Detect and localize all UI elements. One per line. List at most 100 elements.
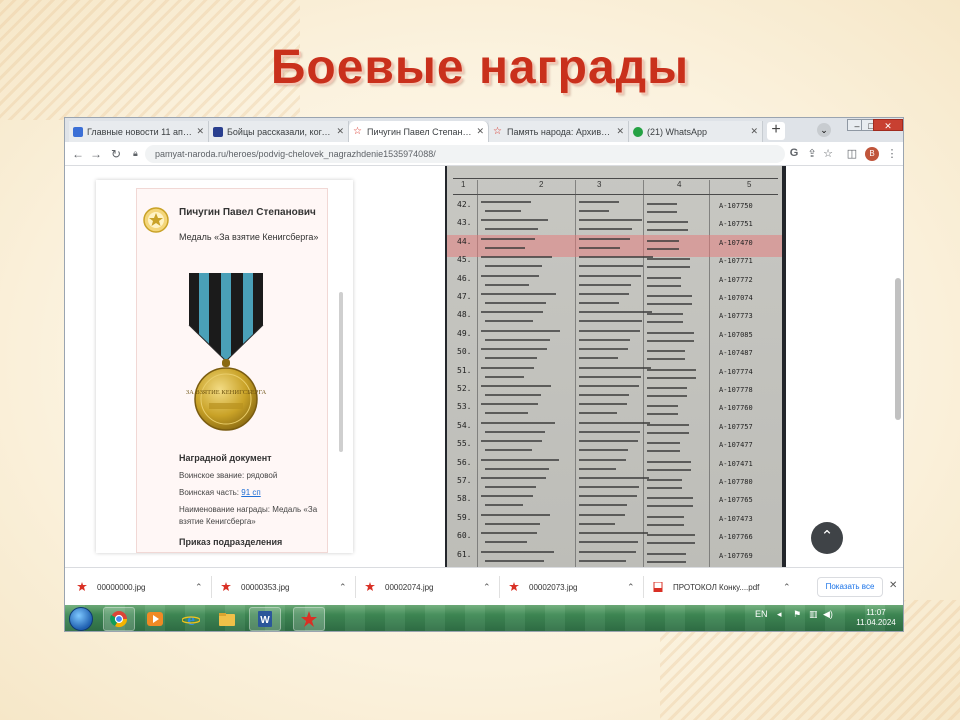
forward-arrow-icon[interactable]: → [89,147,103,161]
handwritten-text-line [579,219,642,222]
star-favicon-icon: ☆ [353,125,362,137]
word-taskbar-icon[interactable]: W [249,607,281,631]
new-tab-button[interactable]: + [767,122,785,140]
handwritten-text-line [647,276,681,279]
unit-order-heading: Приказ подразделения [179,537,283,547]
download-filename: 00000353.jpg [241,582,290,592]
download-item[interactable]: 00002073.jpg ⌃ [509,577,639,597]
handwritten-text-line [485,320,533,323]
award-document-heading: Наградной документ [179,453,272,463]
tab-search-chevron-icon[interactable]: ⌄ [817,123,831,137]
row-number: 51. [457,365,472,375]
image-file-icon [509,582,519,592]
tray-arrow-icon[interactable]: ◂ [777,609,782,620]
military-unit-label: Воинская часть: [179,488,242,497]
tab-close-icon[interactable]: ✕ [196,126,204,137]
military-unit-link[interactable]: 91 сп [241,488,260,497]
close-window-button[interactable]: ✕ [873,119,903,131]
show-all-downloads-button[interactable]: Показать все [817,577,883,597]
award-number: А-107085 [719,330,753,339]
tray-flag-icon[interactable]: ⚑ [793,609,801,620]
whatsapp-favicon-icon [633,126,643,137]
handwritten-text-line [485,210,521,212]
handwritten-text-line [647,303,692,305]
handwritten-text-line [647,413,678,416]
tab-close-icon[interactable]: ✕ [616,126,624,137]
scroll-up-button[interactable]: ⌃ [811,522,843,554]
news-favicon-icon [73,126,83,137]
tab-close-icon[interactable]: ✕ [750,126,758,137]
handwritten-text-line [481,477,546,479]
windows-start-icon[interactable] [69,607,93,631]
tray-network-icon[interactable]: ▥ [809,609,818,620]
award-number: А-107766 [719,533,753,542]
divider [499,576,500,598]
chevron-up-icon[interactable]: ⌃ [783,582,791,593]
svg-text:W: W [260,615,270,626]
bookmark-star-icon[interactable]: ☆ [821,147,835,160]
handwritten-text-line [579,348,628,351]
divider [643,576,644,598]
handwritten-text-line [485,486,536,488]
card-scrollbar[interactable] [339,292,343,452]
handwritten-text-line [579,265,643,268]
download-item[interactable]: 00000353.jpg ⌃ [221,577,351,597]
tab-memory[interactable]: ☆ Память народа: Архивы учет ✕ [489,121,629,142]
handwritten-text-line [647,395,687,397]
tab-close-icon[interactable]: ✕ [336,126,344,137]
site-favicon-icon [213,126,223,137]
tab-soldiers[interactable]: Бойцы рассказали, когда зако ✕ [209,121,349,142]
address-bar[interactable]: pamyat-naroda.ru/heroes/podvig-chelovek_… [145,145,785,163]
share-icon[interactable]: ⇪ [805,147,819,160]
download-item[interactable]: 00000000.jpg ⌃ [77,577,207,597]
handwritten-text-line [481,513,550,516]
reload-icon[interactable]: ↻ [109,147,123,161]
handwritten-text-line [579,504,627,507]
sidebar-icon[interactable]: ◫ [845,147,859,160]
tray-volume-icon[interactable]: ◀) [823,609,833,620]
handwritten-text-line [647,221,688,224]
award-number: А-107487 [719,349,753,358]
award-number: А-107780 [719,478,753,486]
google-icon[interactable]: G [787,147,801,159]
handwritten-text-line [485,504,523,507]
handwritten-text-line [647,203,677,205]
handwritten-text-line [647,295,692,297]
tab-whatsapp[interactable]: (21) WhatsApp ✕ [629,121,763,142]
award-number: А-107769 [719,551,753,560]
tab-close-icon[interactable]: ✕ [476,126,484,137]
back-arrow-icon[interactable]: ← [71,147,85,161]
media-player-taskbar-icon[interactable] [139,607,171,631]
download-item[interactable]: ПРОТОКОЛ Конку....pdf ⌃ [653,577,793,597]
app-star-taskbar-icon[interactable] [293,607,325,631]
chevron-up-icon[interactable]: ⌃ [627,582,635,593]
handwritten-text-line [647,460,691,463]
divider [355,576,356,598]
close-downloads-icon[interactable]: ✕ [889,580,897,591]
handwritten-text-line [579,274,641,277]
taskbar-clock[interactable]: 11:07 11.04.2024 [851,608,901,628]
handwritten-text-line [647,560,686,563]
award-number: А-107473 [719,514,753,523]
tab-pichugin[interactable]: ☆ Пичугин Павел Степанович ✕ [349,121,489,142]
handwritten-text-line [481,403,538,406]
file-explorer-taskbar-icon[interactable] [211,607,243,631]
handwritten-text-line [579,329,640,332]
menu-dots-icon[interactable]: ⋮ [885,147,899,160]
handwritten-text-line [579,495,637,498]
download-item[interactable]: 00002074.jpg ⌃ [365,577,495,597]
handwritten-text-line [579,449,628,452]
archive-document-scan[interactable]: 1 2 3 4 5 42. А-107750 43. А-107751 44. А-107470 4… [445,166,786,567]
tray-language[interactable]: EN [755,609,768,619]
tab-news[interactable]: Главные новости 11 апреля ✕ [69,121,209,142]
profile-avatar[interactable]: B [865,147,879,161]
internet-explorer-taskbar-icon[interactable]: e [175,607,207,631]
chevron-up-icon[interactable]: ⌃ [483,582,491,593]
award-number: А-107750 [719,202,753,210]
row-number: 59. [457,512,472,522]
chrome-taskbar-icon[interactable] [103,607,135,631]
chevron-up-icon[interactable]: ⌃ [339,582,347,593]
handwritten-text-line [481,219,548,222]
page-scrollbar[interactable] [895,278,901,420]
chevron-up-icon[interactable]: ⌃ [195,582,203,593]
